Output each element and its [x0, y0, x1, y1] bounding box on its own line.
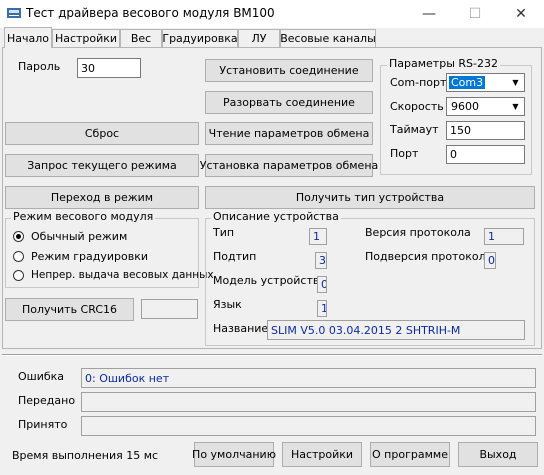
error-value: 0: Ошибок нет	[81, 368, 536, 388]
device-type-value: 1	[309, 228, 327, 245]
device-subtype-label: Подтип	[213, 250, 257, 263]
tab-start[interactable]: Начало	[4, 27, 52, 48]
password-label: Пароль	[18, 60, 61, 73]
protocol-subversion-value: 0	[484, 252, 496, 269]
chevron-down-icon[interactable]: ▼	[507, 98, 524, 115]
speed-value: 9600	[451, 100, 479, 113]
reset-button[interactable]: Сброс	[5, 122, 199, 145]
query-mode-button[interactable]: Запрос текущего режима	[5, 154, 199, 177]
close-icon: ✕	[515, 6, 527, 22]
device-model-value: 0	[317, 276, 327, 293]
tab-weight-channels[interactable]: Весовые каналы	[280, 29, 376, 47]
set-params-button[interactable]: Установка параметров обмена	[200, 154, 378, 177]
mode-normal-radio[interactable]	[13, 231, 24, 242]
window-title: Тест драйвера весового модуля ВМ100	[26, 6, 275, 20]
com-port-select[interactable]: Com3 ▼	[446, 73, 525, 92]
device-name-value: SLIM V5.0 03.04.2015 2 SHTRIH-M	[267, 320, 525, 340]
device-legend: Описание устройства	[211, 210, 341, 223]
port-input[interactable]: 0	[446, 145, 525, 164]
mode-calibration-label[interactable]: Режим градуировки	[31, 250, 148, 263]
tab-calibration[interactable]: Градуировка	[162, 29, 238, 47]
maximize-icon: ☐	[468, 6, 482, 22]
read-params-button[interactable]: Чтение параметров обмена	[205, 122, 373, 145]
exit-button[interactable]: Выход	[458, 442, 538, 467]
app-icon	[6, 5, 22, 21]
close-button[interactable]: ✕	[498, 0, 544, 28]
tab-settings[interactable]: Настройки	[52, 29, 120, 47]
error-label: Ошибка	[18, 370, 65, 383]
settings-button[interactable]: Настройки	[282, 442, 362, 467]
get-device-type-button[interactable]: Получить тип устройства	[205, 186, 535, 209]
switch-mode-button[interactable]: Переход в режим	[5, 186, 199, 209]
sent-value	[81, 392, 536, 412]
timeout-input[interactable]: 150	[446, 121, 525, 140]
received-value	[81, 416, 536, 436]
tab-weight[interactable]: Вес	[120, 29, 162, 47]
chevron-down-icon[interactable]: ▼	[507, 74, 524, 91]
minimize-icon: —	[422, 6, 436, 22]
get-crc-button[interactable]: Получить CRC16	[5, 298, 134, 321]
protocol-version-label: Версия протокола	[365, 226, 471, 239]
device-lang-value: 1	[317, 300, 327, 317]
rs232-legend: Параметры RS-232	[387, 57, 500, 70]
timeout-label: Таймаут	[390, 123, 439, 136]
minimize-button[interactable]: —	[406, 0, 452, 28]
device-lang-label: Язык	[213, 298, 242, 311]
maximize-button[interactable]: ☐	[452, 0, 498, 28]
crc-value-field	[141, 299, 198, 319]
disconnect-button[interactable]: Разорвать соединение	[205, 91, 373, 114]
password-input[interactable]: 30	[77, 58, 141, 78]
device-model-label: Модель устройства	[213, 274, 327, 287]
mode-calibration-radio[interactable]	[13, 251, 24, 262]
execution-time: Время выполнения 15 мс	[12, 449, 159, 462]
device-subtype-value: 3	[315, 252, 327, 269]
about-button[interactable]: О программе	[370, 442, 450, 467]
speed-label: Скорость	[390, 100, 444, 113]
device-type-label: Тип	[213, 226, 235, 239]
mode-continuous-label[interactable]: Непрер. выдача весовых данных	[31, 269, 214, 281]
defaults-button[interactable]: По умолчанию	[192, 442, 276, 467]
mode-continuous-radio[interactable]	[13, 270, 24, 281]
radio-dot-icon	[16, 234, 21, 239]
sent-label: Передано	[18, 394, 76, 407]
protocol-version-value: 1	[484, 228, 524, 245]
mode-normal-label[interactable]: Обычный режим	[31, 230, 127, 243]
com-port-label: Com-порт	[390, 76, 447, 89]
received-label: Принято	[18, 418, 68, 431]
connect-button[interactable]: Установить соединение	[205, 59, 373, 82]
speed-select[interactable]: 9600 ▼	[446, 97, 525, 116]
status-separator-highlight	[2, 355, 542, 356]
port-label: Порт	[390, 147, 419, 160]
protocol-subversion-label: Подверсия протокола	[365, 250, 493, 263]
device-name-label: Название	[213, 322, 269, 335]
tab-lu[interactable]: ЛУ	[238, 29, 280, 47]
mode-legend: Режим весового модуля	[11, 210, 156, 223]
com-port-value: Com3	[449, 76, 486, 89]
